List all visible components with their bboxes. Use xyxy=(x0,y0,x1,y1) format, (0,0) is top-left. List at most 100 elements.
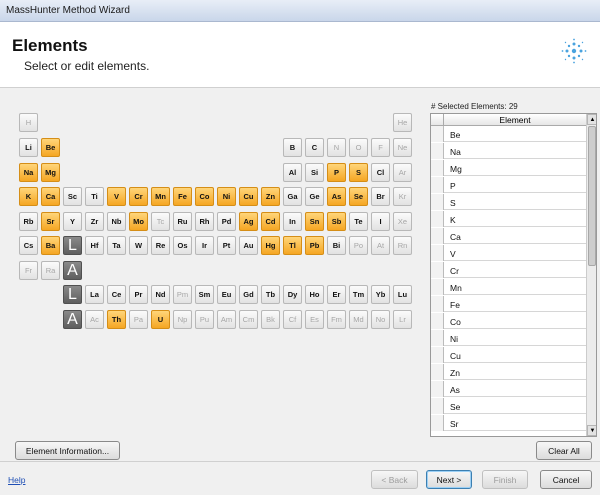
finish-button[interactable]: Finish xyxy=(482,470,528,489)
row-header[interactable] xyxy=(431,245,444,261)
element-u-cell[interactable]: U xyxy=(151,310,170,329)
element-ba-cell[interactable]: Ba xyxy=(41,236,60,255)
element-al-cell[interactable]: Al xyxy=(283,163,302,182)
row-header[interactable] xyxy=(431,398,444,414)
element-re-cell[interactable]: Re xyxy=(151,236,170,255)
element-gd-cell[interactable]: Gd xyxy=(239,285,258,304)
row-header[interactable] xyxy=(431,313,444,329)
list-item[interactable]: Mn xyxy=(431,279,586,295)
row-header[interactable] xyxy=(431,330,444,346)
element-ge-cell[interactable]: Ge xyxy=(305,187,324,206)
help-link[interactable]: Help xyxy=(8,475,25,485)
element-ti-cell[interactable]: Ti xyxy=(85,187,104,206)
element-sr-cell[interactable]: Sr xyxy=(41,212,60,231)
element-mg-cell[interactable]: Mg xyxy=(41,163,60,182)
element-zr-cell[interactable]: Zr xyxy=(85,212,104,231)
element-pr-cell[interactable]: Pr xyxy=(129,285,148,304)
element-te-cell[interactable]: Te xyxy=(349,212,368,231)
element-li-cell[interactable]: Li xyxy=(19,138,38,157)
scroll-up-icon[interactable]: ▲ xyxy=(587,114,596,125)
list-item[interactable]: Mg xyxy=(431,160,586,176)
row-header[interactable] xyxy=(431,177,444,193)
scroll-thumb[interactable] xyxy=(588,126,596,266)
element-ca-cell[interactable]: Ca xyxy=(41,187,60,206)
element-th-cell[interactable]: Th xyxy=(107,310,126,329)
row-header[interactable] xyxy=(431,228,444,244)
element-cl-cell[interactable]: Cl xyxy=(371,163,390,182)
scroll-down-icon[interactable]: ▼ xyxy=(587,425,596,436)
list-item[interactable]: Fe xyxy=(431,296,586,312)
list-item[interactable]: P xyxy=(431,177,586,193)
row-header[interactable] xyxy=(431,381,444,397)
list-item[interactable]: S xyxy=(431,194,586,210)
element-c-cell[interactable]: C xyxy=(305,138,324,157)
element-p-cell[interactable]: P xyxy=(327,163,346,182)
element-lu-cell[interactable]: Lu xyxy=(393,285,412,304)
back-button[interactable]: < Back xyxy=(371,470,418,489)
element-y-cell[interactable]: Y xyxy=(63,212,82,231)
element-sb-cell[interactable]: Sb xyxy=(327,212,346,231)
row-header[interactable] xyxy=(431,364,444,380)
element-fe-cell[interactable]: Fe xyxy=(173,187,192,206)
element-ho-cell[interactable]: Ho xyxy=(305,285,324,304)
element-be-cell[interactable]: Be xyxy=(41,138,60,157)
element-hf-cell[interactable]: Hf xyxy=(85,236,104,255)
element-b-cell[interactable]: B xyxy=(283,138,302,157)
element-cu-cell[interactable]: Cu xyxy=(239,187,258,206)
cancel-button[interactable]: Cancel xyxy=(540,470,592,489)
element-sm-cell[interactable]: Sm xyxy=(195,285,214,304)
row-header[interactable] xyxy=(431,126,444,142)
list-item[interactable]: K xyxy=(431,211,586,227)
element-ce-cell[interactable]: Ce xyxy=(107,285,126,304)
list-item[interactable]: V xyxy=(431,245,586,261)
row-header[interactable] xyxy=(431,211,444,227)
element-ga-cell[interactable]: Ga xyxy=(283,187,302,206)
row-header[interactable] xyxy=(431,194,444,210)
element-mo-cell[interactable]: Mo xyxy=(129,212,148,231)
row-header[interactable] xyxy=(431,296,444,312)
element-tm-cell[interactable]: Tm xyxy=(349,285,368,304)
row-header[interactable] xyxy=(431,262,444,278)
list-item[interactable]: Ca xyxy=(431,228,586,244)
element-sc-cell[interactable]: Sc xyxy=(63,187,82,206)
list-item[interactable]: Sr xyxy=(431,415,586,431)
element-nb-cell[interactable]: Nb xyxy=(107,212,126,231)
row-header[interactable] xyxy=(431,160,444,176)
row-header[interactable] xyxy=(431,279,444,295)
element-i-cell[interactable]: I xyxy=(371,212,390,231)
element-ir-cell[interactable]: Ir xyxy=(195,236,214,255)
element-bi-cell[interactable]: Bi xyxy=(327,236,346,255)
row-header[interactable] xyxy=(431,347,444,363)
element-dy-cell[interactable]: Dy xyxy=(283,285,302,304)
row-header[interactable] xyxy=(431,415,444,431)
element-mn-cell[interactable]: Mn xyxy=(151,187,170,206)
element-pd-cell[interactable]: Pd xyxy=(217,212,236,231)
element-tl-cell[interactable]: Tl xyxy=(283,236,302,255)
element-s-cell[interactable]: S xyxy=(349,163,368,182)
list-item[interactable]: As xyxy=(431,381,586,397)
element-rb-cell[interactable]: Rb xyxy=(19,212,38,231)
element-tb-cell[interactable]: Tb xyxy=(261,285,280,304)
list-item[interactable]: Co xyxy=(431,313,586,329)
vertical-scrollbar[interactable]: ▲ ▼ xyxy=(586,114,596,436)
element-yb-cell[interactable]: Yb xyxy=(371,285,390,304)
list-item[interactable]: Zn xyxy=(431,364,586,380)
next-button[interactable]: Next > xyxy=(426,470,472,489)
element-br-cell[interactable]: Br xyxy=(371,187,390,206)
element-co-cell[interactable]: Co xyxy=(195,187,214,206)
list-item[interactable]: Ni xyxy=(431,330,586,346)
selected-elements-grid[interactable]: Element Be Na Mg P S K Ca V Cr Mn Fe Co Ni Cu Zn As Se Sr… xyxy=(430,113,597,437)
element-os-cell[interactable]: Os xyxy=(173,236,192,255)
element-sn-cell[interactable]: Sn xyxy=(305,212,324,231)
element-as-cell[interactable]: As xyxy=(327,187,346,206)
list-item[interactable]: Cr xyxy=(431,262,586,278)
element-ta-cell[interactable]: Ta xyxy=(107,236,126,255)
element-cr-cell[interactable]: Cr xyxy=(129,187,148,206)
element-pb-cell[interactable]: Pb xyxy=(305,236,324,255)
element-si-cell[interactable]: Si xyxy=(305,163,324,182)
list-item[interactable]: Se xyxy=(431,398,586,414)
element-ag-cell[interactable]: Ag xyxy=(239,212,258,231)
element-na-cell[interactable]: Na xyxy=(19,163,38,182)
element-in-cell[interactable]: In xyxy=(283,212,302,231)
element-w-cell[interactable]: W xyxy=(129,236,148,255)
